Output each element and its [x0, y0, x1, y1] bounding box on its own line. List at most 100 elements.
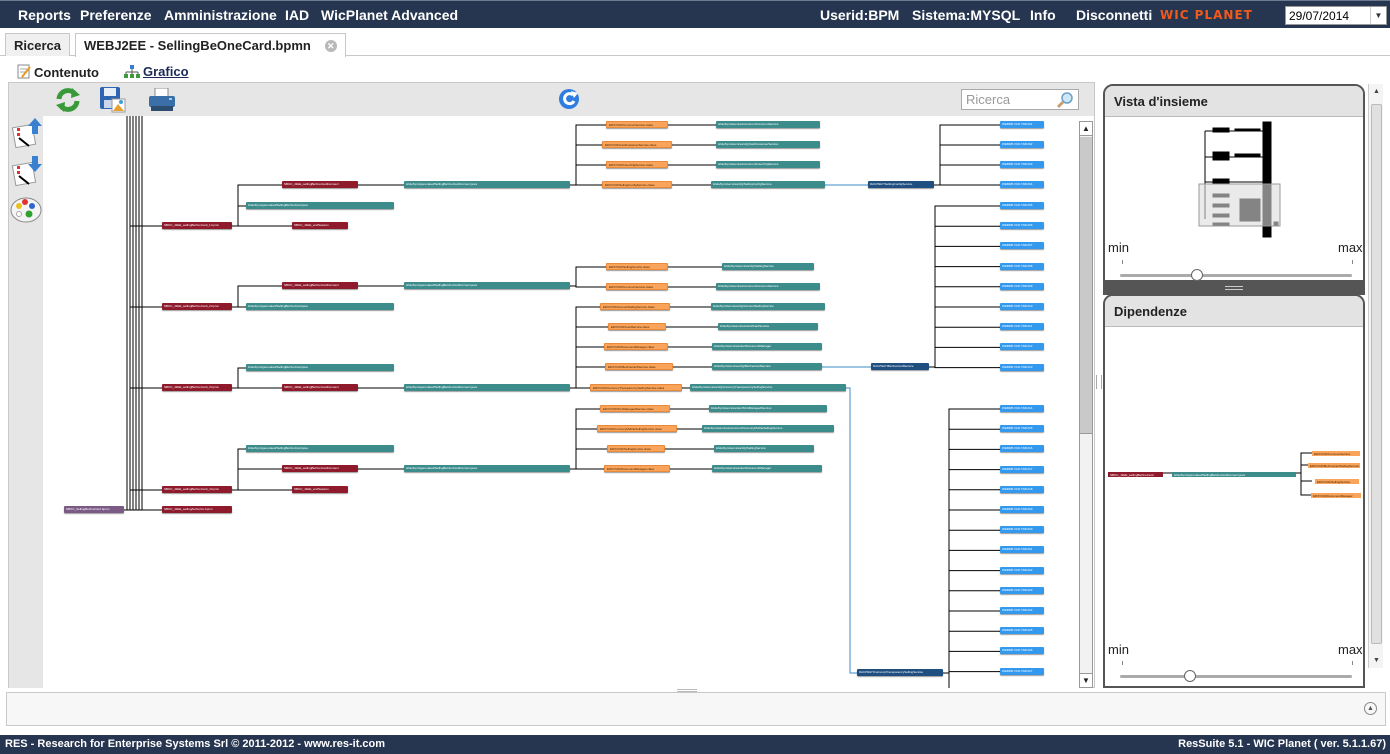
- graph-node-navy[interactable]: DAO/WAY/CurrencyTransparencySellingServi…: [857, 669, 943, 676]
- scroll-down-icon[interactable]: ▼: [1080, 673, 1092, 687]
- expand-up-icon[interactable]: [11, 118, 43, 153]
- graph-node-blue[interactable]: WEBDB.VCD.TAB.004: [1000, 181, 1044, 188]
- save-image-icon[interactable]: [99, 86, 127, 117]
- graph-node-blue[interactable]: WEBDB.VCD.TAB.027: [1000, 667, 1044, 675]
- graph-node-teal[interactable]: it/wic/bpm/services/doc/DocumentManager: [712, 465, 822, 472]
- graph-node-blue[interactable]: WEBDB.VCD.TAB.022: [1000, 566, 1044, 574]
- right-panel-scrollbar[interactable]: ▲ ▼: [1368, 84, 1383, 668]
- graph-node-red[interactable]: SBOC_J2EE_sellingBeOneCardConnect: [282, 181, 358, 188]
- palette-icon[interactable]: [10, 196, 42, 227]
- scroll-up-icon[interactable]: ▲: [1369, 88, 1384, 95]
- chevron-down-icon[interactable]: ▼: [1370, 7, 1386, 24]
- graph-vertical-scrollbar[interactable]: ▲ ▼: [1079, 121, 1093, 688]
- graph-node-red[interactable]: SBOC_J2EE_sellingBeOneCard_2.bpmn: [162, 303, 232, 310]
- graph-node-red[interactable]: SBOC_J2EE_sellingBeOneCardConnect: [282, 465, 358, 472]
- graph-node-red[interactable]: SBOC_J2EE_endSession: [292, 486, 348, 493]
- graph-node-blue[interactable]: WEBDB.VCD.TAB.011: [1000, 323, 1044, 331]
- graph-node-red[interactable]: SBOC_J2EE_sellingAuthorize.bpmn: [162, 506, 232, 513]
- menu-reports[interactable]: Reports: [18, 7, 71, 23]
- graph-node-blue[interactable]: WEBDB.VCD.TAB.010: [1000, 303, 1044, 310]
- overview-viewport[interactable]: [1198, 183, 1281, 227]
- graph-node-purple[interactable]: SBOC_SellingBeOneCard.bpmn: [64, 506, 124, 513]
- bottom-splitter-grip[interactable]: [677, 689, 697, 692]
- print-icon[interactable]: [147, 87, 177, 115]
- graph-node-blue[interactable]: WEBDB.VCD.TAB.014: [1000, 405, 1044, 412]
- date-select[interactable]: 29/07/2014 ▼: [1285, 6, 1387, 25]
- graph-node-red[interactable]: SBOC_J2EE_endSession: [292, 222, 348, 229]
- menu-amministrazione[interactable]: Amministrazione: [164, 7, 277, 23]
- graph-node-teal[interactable]: it/wic/bpm/services/cfg/SellingService: [722, 263, 814, 270]
- graph-node-teal[interactable]: it/wic/bpm/generated/SellingBeOneCard.ja…: [246, 202, 394, 209]
- graph-node-teal[interactable]: it/wic/bpm/services/cfg/SellingService: [714, 445, 814, 452]
- graph-node-orange[interactable]: EDX/VCD/CardService.class: [608, 323, 666, 330]
- menu-preferenze[interactable]: Preferenze: [80, 7, 152, 23]
- graph-node-teal[interactable]: it/wic/bpm/generated/SellingBeOneCardCon…: [404, 282, 570, 289]
- graph-node-red[interactable]: SBOC_J2EE_sellingBeOneCard_3.bpmn: [162, 384, 232, 391]
- overview-zoom-slider[interactable]: [1120, 274, 1352, 277]
- scroll-thumb[interactable]: [1080, 137, 1092, 434]
- dependency-graph-canvas[interactable]: SBOC_SellingBeOneCard.bpmn SBOC_J2EE_sell…: [43, 116, 1079, 688]
- scroll-up-icon[interactable]: ▲: [1080, 122, 1092, 136]
- graph-node-orange[interactable]: EDX/VCD/InsertCfgService.class: [606, 161, 668, 168]
- graph-node-blue[interactable]: WEBDB.VCD.TAB.012: [1000, 343, 1044, 351]
- graph-node-orange[interactable]: EDX/VCD/CurrencyMobileSellingService.cla…: [597, 425, 677, 432]
- graph-node-blue[interactable]: WEBDB.VCD.TAB.018: [1000, 485, 1044, 493]
- graph-node-orange[interactable]: EDX/VCD/CurrencyTransparencySellingServi…: [590, 384, 682, 391]
- graph-node-blue[interactable]: WEBDB.VCD.TAB.017: [1000, 465, 1044, 473]
- graph-node-red[interactable]: SBOC_J2EE_sellingBeOneCard_1.bpmn: [162, 222, 232, 229]
- tab-bpmn-file[interactable]: WEBJ2EE - SellingBeOneCard.bpmn ✕: [75, 33, 346, 57]
- grafico-link[interactable]: Grafico: [124, 64, 189, 81]
- graph-node-teal[interactable]: it/wic/bpm/services/cfg/AccountSellingSe…: [711, 303, 825, 310]
- graph-node-teal[interactable]: it/wic/bpm/services/doc/SCAManagedServic…: [709, 405, 827, 412]
- graph-node-blue[interactable]: WEBDB.VCD.TAB.019: [1000, 506, 1044, 513]
- graph-node-blue[interactable]: WEBDB.VCD.TAB.009: [1000, 282, 1044, 290]
- graph-node-orange[interactable]: EDX/VCD/SellingConfigService.class: [602, 181, 672, 188]
- graph-node-blue[interactable]: WEBDB.VCD.TAB.013: [1000, 363, 1044, 371]
- graph-node-teal[interactable]: it/wic/bpm/services/common/CommonService: [716, 283, 820, 290]
- expand-down-icon[interactable]: [11, 156, 43, 191]
- graph-node-orange[interactable]: EDX/VCD/SCAManagedService.class: [600, 405, 670, 412]
- graph-node-orange[interactable]: EDX/VCD/BeOneCardService.class: [605, 363, 673, 370]
- info-link[interactable]: Info: [1030, 7, 1056, 23]
- graph-node-orange[interactable]: EDX/VCD/CardCustomerService.class: [602, 141, 672, 148]
- search-icon[interactable]: [1056, 91, 1074, 112]
- graph-node-red[interactable]: SBOC_J2EE_sellingBeOneCard_4.bpmn: [162, 486, 232, 493]
- reload-icon[interactable]: [557, 87, 581, 114]
- graph-node-navy[interactable]: DAO/WAY/SellingConfigService: [868, 181, 934, 188]
- graph-node-teal[interactable]: it/wic/bpm/services/common/InsertCfgServ…: [716, 161, 820, 168]
- dependencies-zoom-knob[interactable]: [1183, 670, 1196, 682]
- scroll-down-icon[interactable]: ▼: [1369, 657, 1384, 664]
- scroll-thumb[interactable]: [1371, 104, 1382, 644]
- graph-node-navy[interactable]: DAO/WAY/BeOneCardService: [871, 363, 929, 370]
- panel-splitter[interactable]: [1095, 82, 1103, 688]
- graph-node-teal[interactable]: it/wic/bpm/services/cfg/BeOneCardService: [712, 363, 822, 370]
- graph-node-orange[interactable]: EDX/VCD/DocumentManager.class: [604, 465, 670, 472]
- graph-node-orange[interactable]: EDX/VCD/AccountSellingService.class: [600, 303, 670, 310]
- expand-panel-icon[interactable]: ▲: [1364, 702, 1377, 715]
- graph-node-blue[interactable]: WEBDB.VCD.TAB.024: [1000, 607, 1044, 614]
- graph-node-blue[interactable]: WEBDB.VCD.TAB.001: [1000, 121, 1044, 128]
- graph-node-orange[interactable]: EDX/VCD/CommonService.class: [606, 283, 668, 290]
- overview-zoom-knob[interactable]: [1190, 269, 1203, 281]
- graph-node-blue[interactable]: WEBDB.VCD.TAB.026: [1000, 647, 1044, 655]
- dependencies-zoom-slider[interactable]: [1120, 675, 1352, 678]
- graph-node-blue[interactable]: WEBDB.VCD.TAB.016: [1000, 445, 1044, 453]
- menu-wicplanet-advanced[interactable]: WicPlanet Advanced: [321, 7, 458, 23]
- graph-node-teal[interactable]: it/wic/bpm/generated/SellingBeOneCardCon…: [404, 465, 570, 472]
- graph-node-orange[interactable]: EDX/VCD/SellingService.class: [606, 263, 668, 270]
- graph-node-blue[interactable]: WEBDB.VCD.TAB.006: [1000, 222, 1044, 230]
- graph-node-teal[interactable]: it/wic/bpm/services/card/CardService: [718, 323, 818, 330]
- contenuto-link[interactable]: Contenuto: [17, 64, 99, 82]
- graph-node-teal[interactable]: it/wic/bpm/services/common/CommonService: [716, 121, 820, 128]
- graph-node-red[interactable]: SBOC_J2EE_sellingBeOneCardConnect: [282, 282, 358, 289]
- graph-node-blue[interactable]: WEBDB.VCD.TAB.021: [1000, 546, 1044, 554]
- graph-node-teal[interactable]: it/wic/bpm/generated/SellingBeOneCard.ja…: [246, 445, 394, 452]
- graph-node-teal[interactable]: it/wic/bpm/services/cfg/SellingConfigSer…: [711, 181, 825, 188]
- disconnetti-link[interactable]: Disconnetti: [1076, 7, 1152, 23]
- dependencies-graph[interactable]: SBOC_J2EE_sellingBeOneCard it/wic/bpm/gen…: [1105, 448, 1363, 508]
- graph-node-teal[interactable]: it/wic/bpm/generated/SellingBeOneCardCon…: [404, 181, 570, 188]
- splitter-grip[interactable]: [1096, 375, 1102, 389]
- graph-node-blue[interactable]: WEBDB.VCD.TAB.023: [1000, 586, 1044, 594]
- graph-node-teal[interactable]: it/wic/bpm/generated/SellingBeOneCardCon…: [404, 384, 570, 391]
- graph-node-blue[interactable]: WEBDB.VCD.TAB.003: [1000, 161, 1044, 168]
